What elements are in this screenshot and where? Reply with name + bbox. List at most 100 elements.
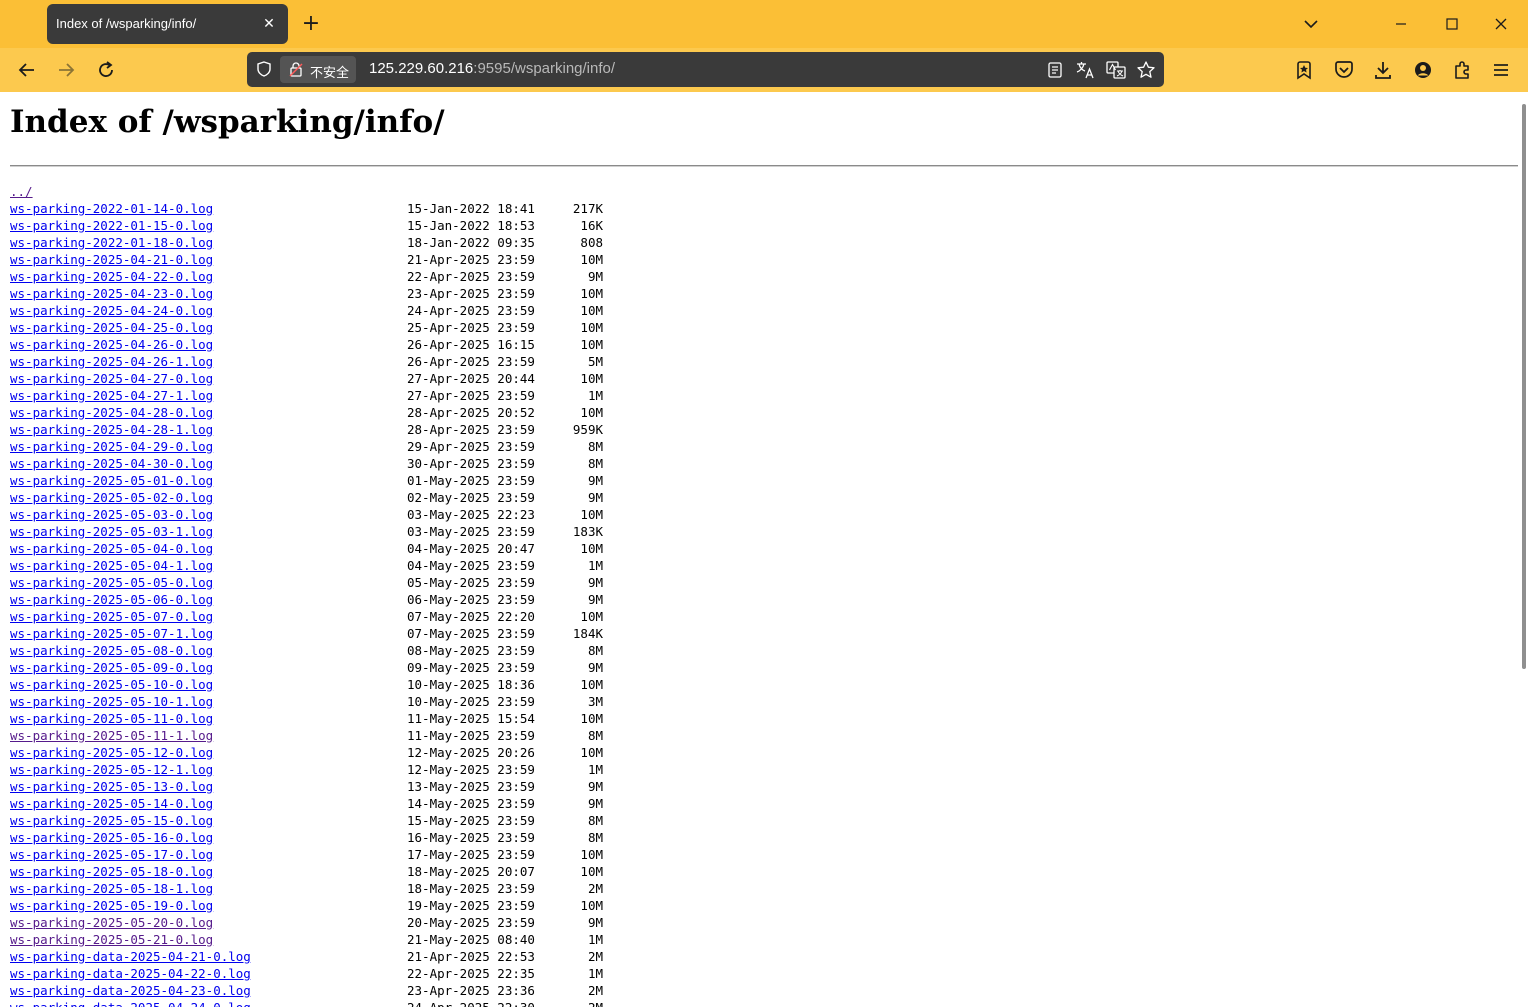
file-link[interactable]: ws-parking-2025-05-18-1.log <box>10 881 213 896</box>
file-link[interactable]: ws-parking-2025-04-30-0.log <box>10 456 213 471</box>
file-link[interactable]: ws-parking-2025-04-27-1.log <box>10 388 213 403</box>
file-link[interactable]: ws-parking-2025-04-26-0.log <box>10 337 213 352</box>
file-size: 2M <box>542 999 603 1007</box>
file-row: ws-parking-2025-05-19-0.log 19-May-2025 2… <box>10 897 603 914</box>
scrollbar-thumb[interactable] <box>1522 104 1526 669</box>
file-link[interactable]: ws-parking-2025-04-24-0.log <box>10 303 213 318</box>
file-date: 10-May-2025 18:36 <box>407 677 535 692</box>
file-link[interactable]: ws-parking-2025-05-07-1.log <box>10 626 213 641</box>
file-link[interactable]: ws-parking-2025-05-16-0.log <box>10 830 213 845</box>
reader-view-icon[interactable] <box>1044 59 1066 81</box>
file-link[interactable]: ws-parking-2025-05-21-0.log <box>10 932 213 947</box>
collections-icon[interactable] <box>1292 58 1316 82</box>
file-link[interactable]: ws-parking-2025-05-19-0.log <box>10 898 213 913</box>
file-date: 03-May-2025 23:59 <box>407 524 535 539</box>
file-link[interactable]: ws-parking-2025-04-28-0.log <box>10 405 213 420</box>
file-row: ws-parking-2025-05-12-0.log 12-May-2025 2… <box>10 744 603 761</box>
tab-active[interactable]: Index of /wsparking/info/ ✕ <box>47 4 288 44</box>
tab-close-icon[interactable]: ✕ <box>258 13 280 35</box>
page-content: Index of /wsparking/info/ ../ ws-parking… <box>0 92 1520 1007</box>
vertical-scrollbar[interactable] <box>1520 92 1528 1007</box>
file-link[interactable]: ws-parking-2025-05-03-0.log <box>10 507 213 522</box>
menu-icon[interactable] <box>1489 58 1513 82</box>
file-link[interactable]: ws-parking-2025-05-17-0.log <box>10 847 213 862</box>
file-link[interactable]: ws-parking-data-2025-04-24-0.log <box>10 1000 251 1007</box>
parent-directory-link[interactable]: ../ <box>10 184 33 199</box>
back-icon[interactable] <box>15 58 39 82</box>
pocket-icon[interactable] <box>1332 58 1356 82</box>
maximize-icon[interactable] <box>1438 10 1466 38</box>
file-row: ws-parking-2025-05-12-1.log 12-May-2025 2… <box>10 761 603 778</box>
file-link[interactable]: ws-parking-2025-04-22-0.log <box>10 269 213 284</box>
navigation-toolbar: 不安全 125.229.60.216:9595/wsparking/info/ <box>0 48 1528 92</box>
file-link[interactable]: ws-parking-2025-05-20-0.log <box>10 915 213 930</box>
file-size: 8M <box>587 813 603 828</box>
translate-icon[interactable] <box>1074 59 1096 81</box>
shield-icon[interactable] <box>255 60 273 78</box>
file-date: 21-Apr-2025 23:59 <box>407 252 535 267</box>
file-link[interactable]: ws-parking-2025-05-12-1.log <box>10 762 213 777</box>
minimize-icon[interactable] <box>1387 10 1415 38</box>
file-link[interactable]: ws-parking-2025-05-11-0.log <box>10 711 213 726</box>
file-link[interactable]: ws-parking-data-2025-04-21-0.log <box>10 949 251 964</box>
file-link[interactable]: ws-parking-2025-05-09-0.log <box>10 660 213 675</box>
file-link[interactable]: ws-parking-2025-05-10-0.log <box>10 677 213 692</box>
file-link[interactable]: ws-parking-2025-05-05-0.log <box>10 575 213 590</box>
url-text[interactable]: 125.229.60.216:9595/wsparking/info/ <box>369 60 615 77</box>
download-icon[interactable] <box>1371 58 1395 82</box>
file-link[interactable]: ws-parking-2025-05-04-1.log <box>10 558 213 573</box>
file-link[interactable]: ws-parking-data-2025-04-22-0.log <box>10 966 251 981</box>
file-link[interactable]: ws-parking-2022-01-14-0.log <box>10 201 213 216</box>
file-link[interactable]: ws-parking-2025-05-01-0.log <box>10 473 213 488</box>
file-row: ws-parking-2025-04-24-0.log 24-Apr-2025 2… <box>10 302 603 319</box>
file-link[interactable]: ws-parking-2022-01-18-0.log <box>10 235 213 250</box>
file-date: 29-Apr-2025 23:59 <box>407 439 535 454</box>
extensions-icon[interactable] <box>1450 58 1474 82</box>
file-size: 808 <box>580 235 603 250</box>
file-link[interactable]: ws-parking-2025-05-12-0.log <box>10 745 213 760</box>
file-link[interactable]: ws-parking-2025-05-11-1.log <box>10 728 213 743</box>
file-row: ws-parking-2025-04-21-0.log 21-Apr-2025 2… <box>10 251 603 268</box>
parent-directory-row: ../ <box>10 183 251 200</box>
file-size: 10M <box>580 745 603 760</box>
file-link[interactable]: ws-parking-2025-04-26-1.log <box>10 354 213 369</box>
file-link[interactable]: ws-parking-2025-04-21-0.log <box>10 252 213 267</box>
file-row: ws-parking-2025-04-30-0.log 30-Apr-2025 2… <box>10 455 603 472</box>
file-link[interactable]: ws-parking-2025-05-07-0.log <box>10 609 213 624</box>
file-date: 11-May-2025 15:54 <box>407 711 535 726</box>
file-link[interactable]: ws-parking-2025-05-15-0.log <box>10 813 213 828</box>
file-date: 02-May-2025 23:59 <box>407 490 535 505</box>
file-link[interactable]: ws-parking-2025-05-02-0.log <box>10 490 213 505</box>
file-row: ws-parking-2025-05-07-0.log 07-May-2025 2… <box>10 608 603 625</box>
close-icon[interactable] <box>1487 10 1515 38</box>
page-translate-icon[interactable] <box>1105 59 1127 81</box>
file-link[interactable]: ws-parking-2025-05-13-0.log <box>10 779 213 794</box>
file-row: ws-parking-2025-04-23-0.log 23-Apr-2025 2… <box>10 285 603 302</box>
site-security-button[interactable]: 不安全 <box>280 56 356 83</box>
file-link[interactable]: ws-parking-2025-05-14-0.log <box>10 796 213 811</box>
reload-icon[interactable] <box>94 58 118 82</box>
file-link[interactable]: ws-parking-2025-04-29-0.log <box>10 439 213 454</box>
file-link[interactable]: ws-parking-2025-05-08-0.log <box>10 643 213 658</box>
forward-icon[interactable] <box>54 58 78 82</box>
bookmark-star-icon[interactable] <box>1135 59 1157 81</box>
file-size: 1M <box>587 558 603 573</box>
file-link[interactable]: ws-parking-2025-05-18-0.log <box>10 864 213 879</box>
account-icon[interactable] <box>1411 58 1435 82</box>
file-link[interactable]: ws-parking-2025-05-04-0.log <box>10 541 213 556</box>
file-link[interactable]: ws-parking-2025-05-06-0.log <box>10 592 213 607</box>
file-link[interactable]: ws-parking-2022-01-15-0.log <box>10 218 213 233</box>
file-link[interactable]: ws-parking-data-2025-04-23-0.log <box>10 983 251 998</box>
tab-list-chevron-icon[interactable] <box>1297 10 1325 38</box>
file-row: ws-parking-2025-04-26-1.log 26-Apr-2025 2… <box>10 353 603 370</box>
file-date: 15-Jan-2022 18:41 <box>407 201 535 216</box>
file-link[interactable]: ws-parking-2025-04-25-0.log <box>10 320 213 335</box>
url-bar[interactable]: 不安全 125.229.60.216:9595/wsparking/info/ <box>247 52 1164 87</box>
file-link[interactable]: ws-parking-2025-05-10-1.log <box>10 694 213 709</box>
file-link[interactable]: ws-parking-2025-05-03-1.log <box>10 524 213 539</box>
new-tab-button[interactable]: + <box>299 12 323 36</box>
file-row: ws-parking-2025-04-27-1.log 27-Apr-2025 2… <box>10 387 603 404</box>
file-link[interactable]: ws-parking-2025-04-28-1.log <box>10 422 213 437</box>
file-link[interactable]: ws-parking-2025-04-23-0.log <box>10 286 213 301</box>
file-link[interactable]: ws-parking-2025-04-27-0.log <box>10 371 213 386</box>
